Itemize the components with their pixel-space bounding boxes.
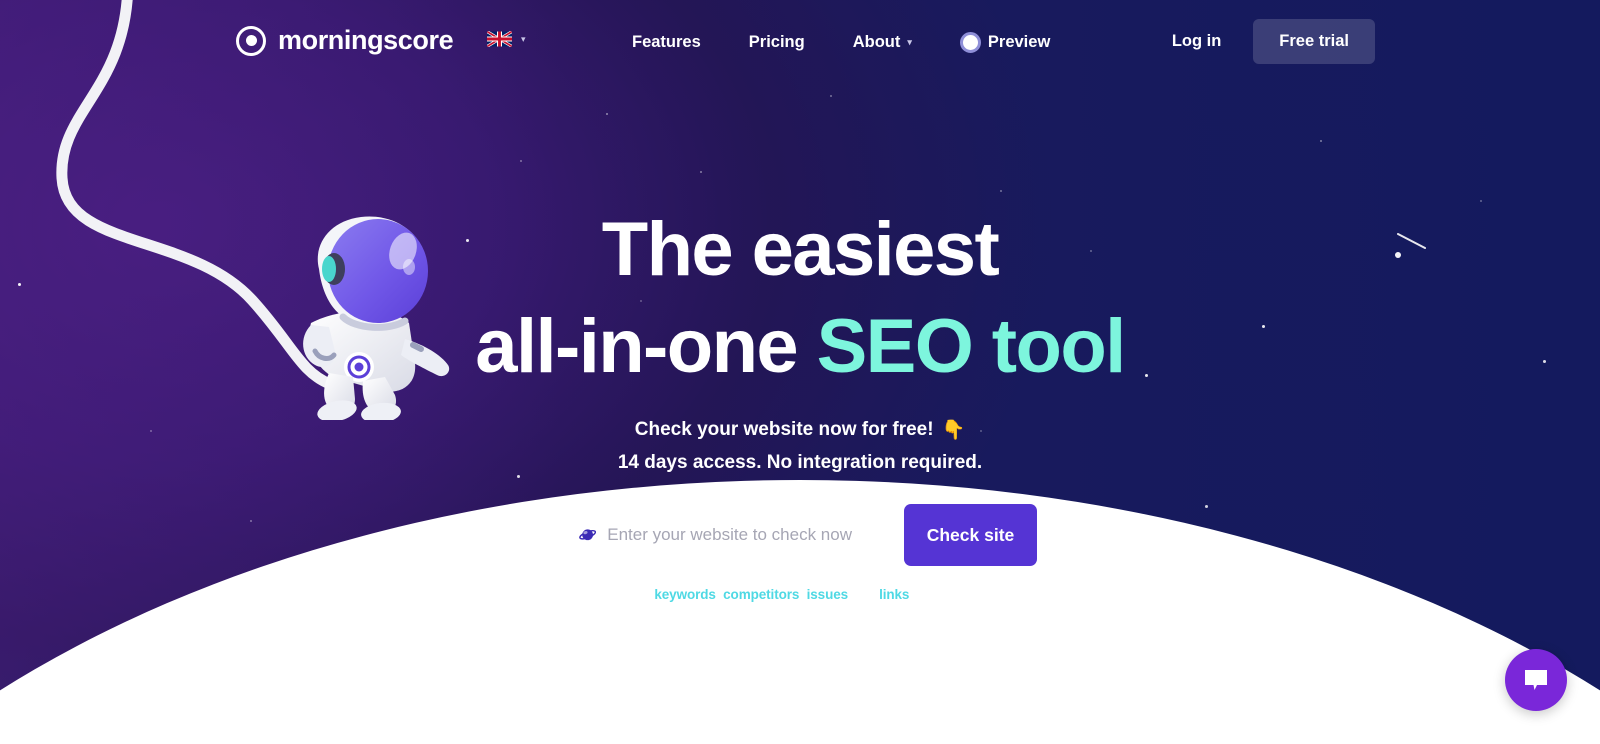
site-check-form: Check site [563,504,1037,567]
footnote-link-competitors[interactable]: competitors [723,587,799,602]
footnote-prefix: Full info on [579,587,655,603]
site-input-wrapper[interactable] [563,504,901,567]
chat-widget-button[interactable] [1505,649,1567,711]
planet-icon [579,529,597,541]
hero-subtitle-1-text: Check your website now for free! [634,419,934,441]
headline-accent: SEO tool [816,304,1127,390]
footnote-link-keywords[interactable]: keywords [654,587,716,602]
page-title: The easiest all-in-one SEO tool [475,212,1126,385]
pointing-down-emoji-icon: 👇 [941,420,966,442]
check-site-button[interactable]: Check site [904,504,1037,567]
footnote-link-issues[interactable]: issues [807,587,849,602]
footnote-sep: and [848,587,880,603]
hero-subtitle-2: 14 days access. No integration required. [617,452,983,474]
chat-bubble-icon [1525,670,1547,690]
headline-line-2: all-in-one SEO tool [475,309,1126,385]
headline-plain: all-in-one [475,304,817,390]
hero-footnote: Full info on keywords, competitors, issu… [579,587,1021,602]
site-input[interactable] [607,525,885,546]
hero-content: The easiest all-in-one SEO tool Check yo… [0,0,1600,603]
hero-subtitle-1: Check your website now for free! 👇 [635,418,965,442]
footnote-link-links[interactable]: links [879,587,909,602]
footnote-sep: , [799,587,807,603]
headline-line-1: The easiest [601,207,1000,292]
footnote-suffix: in 1 minute scan. [909,587,1021,603]
